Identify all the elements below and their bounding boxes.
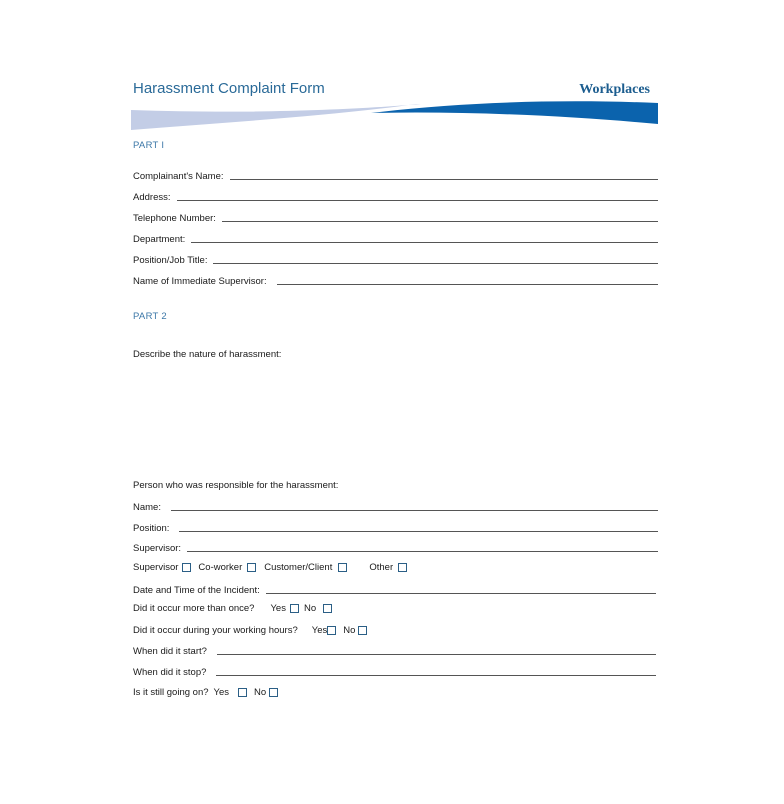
more-than-once-no-checkbox[interactable] <box>323 604 333 613</box>
responsible-supervisor-input[interactable] <box>187 541 658 552</box>
field-label: Name of Immediate Supervisor: <box>133 276 267 287</box>
question-label: Did it occur more than once? <box>133 603 255 614</box>
field-label: Position: <box>133 523 170 534</box>
telephone-field[interactable]: Telephone Number: <box>133 210 658 224</box>
responsible-position-field[interactable]: Position: <box>133 520 658 534</box>
part2-heading: PART 2 <box>133 311 168 322</box>
stop-date-field[interactable]: When did it stop? <box>133 664 656 678</box>
option-label-coworker: Co-worker <box>198 562 243 573</box>
responsible-name-field[interactable]: Name: <box>133 499 658 513</box>
complaint-form-page: Harassment Complaint Form Workplaces PAR… <box>0 0 784 804</box>
start-date-field[interactable]: When did it start? <box>133 643 656 657</box>
department-input[interactable] <box>191 232 658 243</box>
relationship-options: Supervisor Co-worker Customer/Client Oth… <box>133 562 408 573</box>
address-field[interactable]: Address: <box>133 189 658 203</box>
complainant-name-input[interactable] <box>229 169 658 180</box>
immediate-supervisor-input[interactable] <box>276 274 658 285</box>
still-going-no-checkbox[interactable] <box>269 688 279 697</box>
option-label-supervisor: Supervisor <box>133 562 179 573</box>
describe-harassment-label: Describe the nature of harassment: <box>133 349 282 360</box>
field-label: Date and Time of the Incident: <box>133 585 260 596</box>
stop-date-input[interactable] <box>216 665 656 676</box>
more-than-once-question: Did it occur more than once? Yes No <box>133 603 333 614</box>
job-title-field[interactable]: Position/Job Title: <box>133 252 658 266</box>
yes-label: Yes <box>270 603 286 614</box>
option-label-other: Other <box>369 562 394 573</box>
department-field[interactable]: Department: <box>133 231 658 245</box>
checkbox-supervisor[interactable] <box>182 563 192 572</box>
complainant-name-field[interactable]: Complainant's Name: <box>133 168 658 182</box>
more-than-once-yes-checkbox[interactable] <box>289 604 299 613</box>
checkbox-customer-client[interactable] <box>338 563 348 572</box>
still-going-yes-checkbox[interactable] <box>238 688 248 697</box>
question-label: Did it occur during your working hours? <box>133 625 298 636</box>
no-label: No <box>303 603 317 614</box>
part1-heading: PART I <box>133 140 165 151</box>
responsible-name-input[interactable] <box>170 500 658 511</box>
field-label: Name: <box>133 502 161 513</box>
incident-datetime-field[interactable]: Date and Time of the Incident: <box>133 582 656 596</box>
no-label: No <box>254 687 267 698</box>
responsible-position-input[interactable] <box>179 521 658 532</box>
option-label-customer-client: Customer/Client <box>264 562 333 573</box>
yes-label: Yes <box>213 687 230 698</box>
working-hours-question: Did it occur during your working hours? … <box>133 625 368 636</box>
responsible-supervisor-field[interactable]: Supervisor: <box>133 540 658 554</box>
working-hours-yes-checkbox[interactable] <box>327 626 337 635</box>
no-label: No <box>343 625 356 636</box>
form-title: Harassment Complaint Form <box>133 80 325 97</box>
checkbox-other[interactable] <box>398 563 408 572</box>
field-label: Address: <box>133 192 171 203</box>
field-label: Complainant's Name: <box>133 171 224 182</box>
still-going-question: Is it still going on? Yes No <box>133 687 279 698</box>
field-label: When did it start? <box>133 646 207 657</box>
job-title-input[interactable] <box>213 253 658 264</box>
field-label: Department: <box>133 234 186 245</box>
field-label: Telephone Number: <box>133 213 216 224</box>
incident-datetime-input[interactable] <box>265 583 656 594</box>
start-date-input[interactable] <box>216 644 656 655</box>
telephone-input[interactable] <box>221 211 658 222</box>
field-label: Supervisor: <box>133 543 182 554</box>
immediate-supervisor-field[interactable]: Name of Immediate Supervisor: <box>133 273 658 287</box>
checkbox-coworker[interactable] <box>247 563 257 572</box>
question-label: Is it still going on? <box>133 687 209 698</box>
working-hours-no-checkbox[interactable] <box>358 626 368 635</box>
field-label: When did it stop? <box>133 667 207 678</box>
header-swoosh-decoration <box>131 101 658 130</box>
brand-logo-text: Workplaces <box>579 82 650 97</box>
yes-label: Yes <box>311 625 328 636</box>
responsible-person-label: Person who was responsible for the haras… <box>133 480 339 491</box>
swoosh-light-band <box>131 104 421 130</box>
field-label: Position/Job Title: <box>133 255 208 266</box>
address-input[interactable] <box>176 190 658 201</box>
swoosh-dark-band <box>371 101 658 124</box>
